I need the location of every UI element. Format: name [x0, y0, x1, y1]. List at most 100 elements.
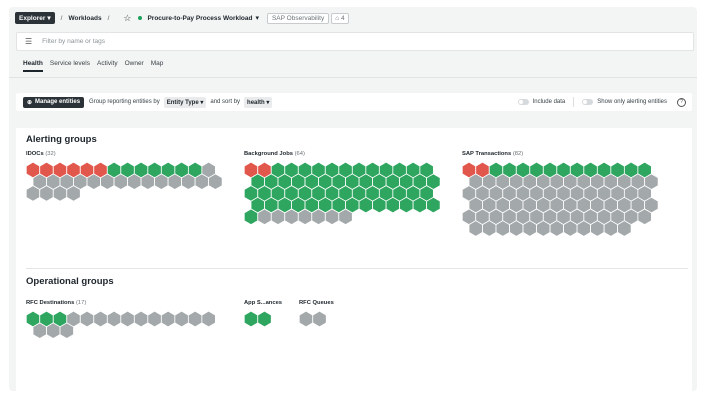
rfc-destinations-entity-hex-gray[interactable]	[106, 310, 122, 328]
idocs-entity-hex-gray[interactable]	[100, 173, 115, 190]
idocs-entity-hex-gray[interactable]	[127, 173, 142, 190]
rfc-destinations-entity-hex-gray[interactable]	[120, 310, 135, 328]
rfc-destinations-entity-hex-gray[interactable]	[59, 322, 74, 339]
health-panel: Alerting groups IDOCs (32) Background Jo…	[16, 128, 692, 391]
background-jobs-entity-hex-green[interactable]	[399, 196, 414, 214]
background-jobs-entity-hex-green[interactable]	[358, 196, 373, 214]
sap-transactions-entity-hex-gray[interactable]	[495, 220, 510, 237]
rfc-destinations-entity-hex-gray[interactable]	[46, 322, 61, 339]
explorer-label: Explorer	[19, 14, 46, 22]
hex-grid-canvas	[25, 161, 659, 339]
chevron-down-icon: ▾	[200, 99, 204, 106]
settings-icon: ⊕	[27, 99, 33, 106]
idocs-entity-hex-gray[interactable]	[39, 185, 54, 202]
idocs-entity-hex-gray[interactable]	[208, 173, 223, 190]
sap-transactions-entity-hex-gray[interactable]	[576, 220, 591, 237]
help-icon[interactable]: ?	[677, 97, 686, 107]
app-instances-entity-hex-green[interactable]	[243, 310, 259, 328]
status-dot-icon	[138, 16, 143, 20]
background-jobs-entity-hex-green[interactable]	[426, 196, 441, 214]
rfc-queues-entity-hex-gray[interactable]	[298, 310, 314, 328]
group-by-value: Entity Type	[166, 99, 199, 106]
rfc-destinations-entity-hex-gray[interactable]	[187, 310, 203, 328]
explorer-button[interactable]: Explorer ▾	[15, 12, 55, 24]
sap-transactions-entity-hex-gray[interactable]	[522, 220, 537, 237]
include-data-label: Include data	[532, 99, 566, 105]
idocs-entity-hex-gray[interactable]	[66, 185, 81, 202]
background-jobs-entity-hex-gray[interactable]	[324, 208, 340, 226]
tag-count: 4	[340, 14, 345, 22]
star-icon[interactable]: ☆	[123, 13, 131, 24]
sap-transactions-entity-hex-gray[interactable]	[617, 220, 632, 237]
background-jobs-entity-hex-gray[interactable]	[297, 208, 313, 226]
chevron-down-icon: ▾	[47, 15, 51, 22]
top-bar: Explorer ▾ / Workloads / ☆ Procure-to-Pa…	[9, 7, 697, 29]
sap-transactions-entity-hex-gray[interactable]	[549, 220, 564, 237]
rfc-destinations-entity-hex-gray[interactable]	[201, 310, 216, 328]
background-jobs-entity-hex-green[interactable]	[372, 196, 387, 214]
sap-transactions-entity-hex-gray[interactable]	[509, 220, 524, 237]
sap-transactions-entity-hex-gray[interactable]	[536, 220, 551, 237]
rfc-destinations-entity-hex-gray[interactable]	[174, 310, 189, 328]
filter-input[interactable]: Filter by name or tags	[42, 38, 105, 45]
tab-owner[interactable]: Owner	[125, 60, 144, 72]
tab-bar: Health Service levels Activity Owner Map	[23, 60, 163, 72]
sap-transactions-entity-hex-gray[interactable]	[482, 220, 497, 237]
tag-badge[interactable]: SAP Observability	[266, 12, 330, 24]
idocs-entity-hex-gray[interactable]	[181, 173, 196, 190]
tab-service-levels[interactable]: Service levels	[50, 60, 90, 72]
sap-transactions-entity-hex-gray[interactable]	[603, 220, 619, 237]
tab-activity[interactable]: Activity	[97, 60, 118, 72]
tab-health[interactable]: Health	[23, 60, 43, 72]
sap-transactions-entity-hex-gray[interactable]	[590, 220, 605, 237]
idocs-entity-hex-gray[interactable]	[25, 185, 41, 202]
app-frame: Explorer ▾ / Workloads / ☆ Procure-to-Pa…	[9, 7, 697, 391]
idocs-entity-hex-gray[interactable]	[154, 173, 169, 190]
background-jobs-entity-hex-green[interactable]	[243, 208, 259, 226]
sort-by-value: health	[247, 99, 265, 106]
idocs-entity-hex-gray[interactable]	[86, 173, 101, 190]
only-alerting-toggle[interactable]	[582, 99, 594, 105]
tab-map[interactable]: Map	[151, 60, 164, 72]
breadcrumb-separator: /	[60, 14, 63, 22]
filter-bar[interactable]: ☰ Filter by name or tags	[16, 32, 694, 51]
sap-transactions-entity-hex-gray[interactable]	[637, 208, 652, 226]
background-jobs-entity-hex-green[interactable]	[385, 196, 401, 214]
idocs-entity-hex-gray[interactable]	[167, 173, 183, 190]
background-jobs-entity-hex-gray[interactable]	[284, 208, 299, 226]
toolbar: ⊕ Manage entities Group reporting entiti…	[16, 93, 692, 111]
idocs-entity-hex-gray[interactable]	[194, 173, 210, 190]
app-instances-entity-hex-green[interactable]	[257, 310, 272, 328]
rfc-queues-entity-hex-gray[interactable]	[312, 310, 327, 328]
sap-transactions-entity-hex-gray[interactable]	[563, 220, 578, 237]
background-jobs-entity-hex-gray[interactable]	[270, 208, 286, 226]
rfc-destinations-entity-hex-gray[interactable]	[93, 310, 108, 328]
sap-transactions-entity-hex-gray[interactable]	[468, 220, 483, 237]
rfc-destinations-entity-hex-gray[interactable]	[160, 310, 176, 328]
idocs-entity-hex-gray[interactable]	[52, 185, 68, 202]
rfc-destinations-entity-hex-gray[interactable]	[147, 310, 162, 328]
background-jobs-entity-hex-gray[interactable]	[257, 208, 272, 226]
workload-title[interactable]: Procure-to-Pay Process Workload	[147, 15, 252, 22]
manage-label: Manage entities	[35, 99, 81, 105]
rfc-destinations-entity-hex-gray[interactable]	[32, 322, 47, 339]
background-jobs-entity-hex-gray[interactable]	[311, 208, 326, 226]
chevron-down-icon: ▾	[266, 99, 270, 106]
tab-divider	[9, 77, 697, 78]
breadcrumb-workloads[interactable]: Workloads	[68, 15, 101, 22]
background-jobs-entity-hex-gray[interactable]	[338, 208, 353, 226]
group-by-select[interactable]: Entity Type ▾	[163, 96, 207, 108]
tag-count-badge[interactable]: ⌂ 4	[331, 12, 349, 24]
chevron-down-icon[interactable]: ▾	[255, 14, 259, 22]
idocs-entity-hex-gray[interactable]	[140, 173, 155, 190]
toolbar-divider	[573, 97, 575, 107]
filter-icon: ☰	[25, 37, 33, 46]
breadcrumb-separator: /	[107, 14, 110, 22]
include-data-toggle[interactable]	[517, 99, 529, 105]
sort-by-select[interactable]: health ▾	[244, 96, 273, 108]
rfc-destinations-entity-hex-gray[interactable]	[133, 310, 149, 328]
idocs-entity-hex-gray[interactable]	[113, 173, 128, 190]
background-jobs-entity-hex-green[interactable]	[412, 196, 428, 214]
manage-entities-button[interactable]: ⊕ Manage entities	[23, 96, 85, 108]
rfc-destinations-entity-hex-gray[interactable]	[79, 310, 95, 328]
